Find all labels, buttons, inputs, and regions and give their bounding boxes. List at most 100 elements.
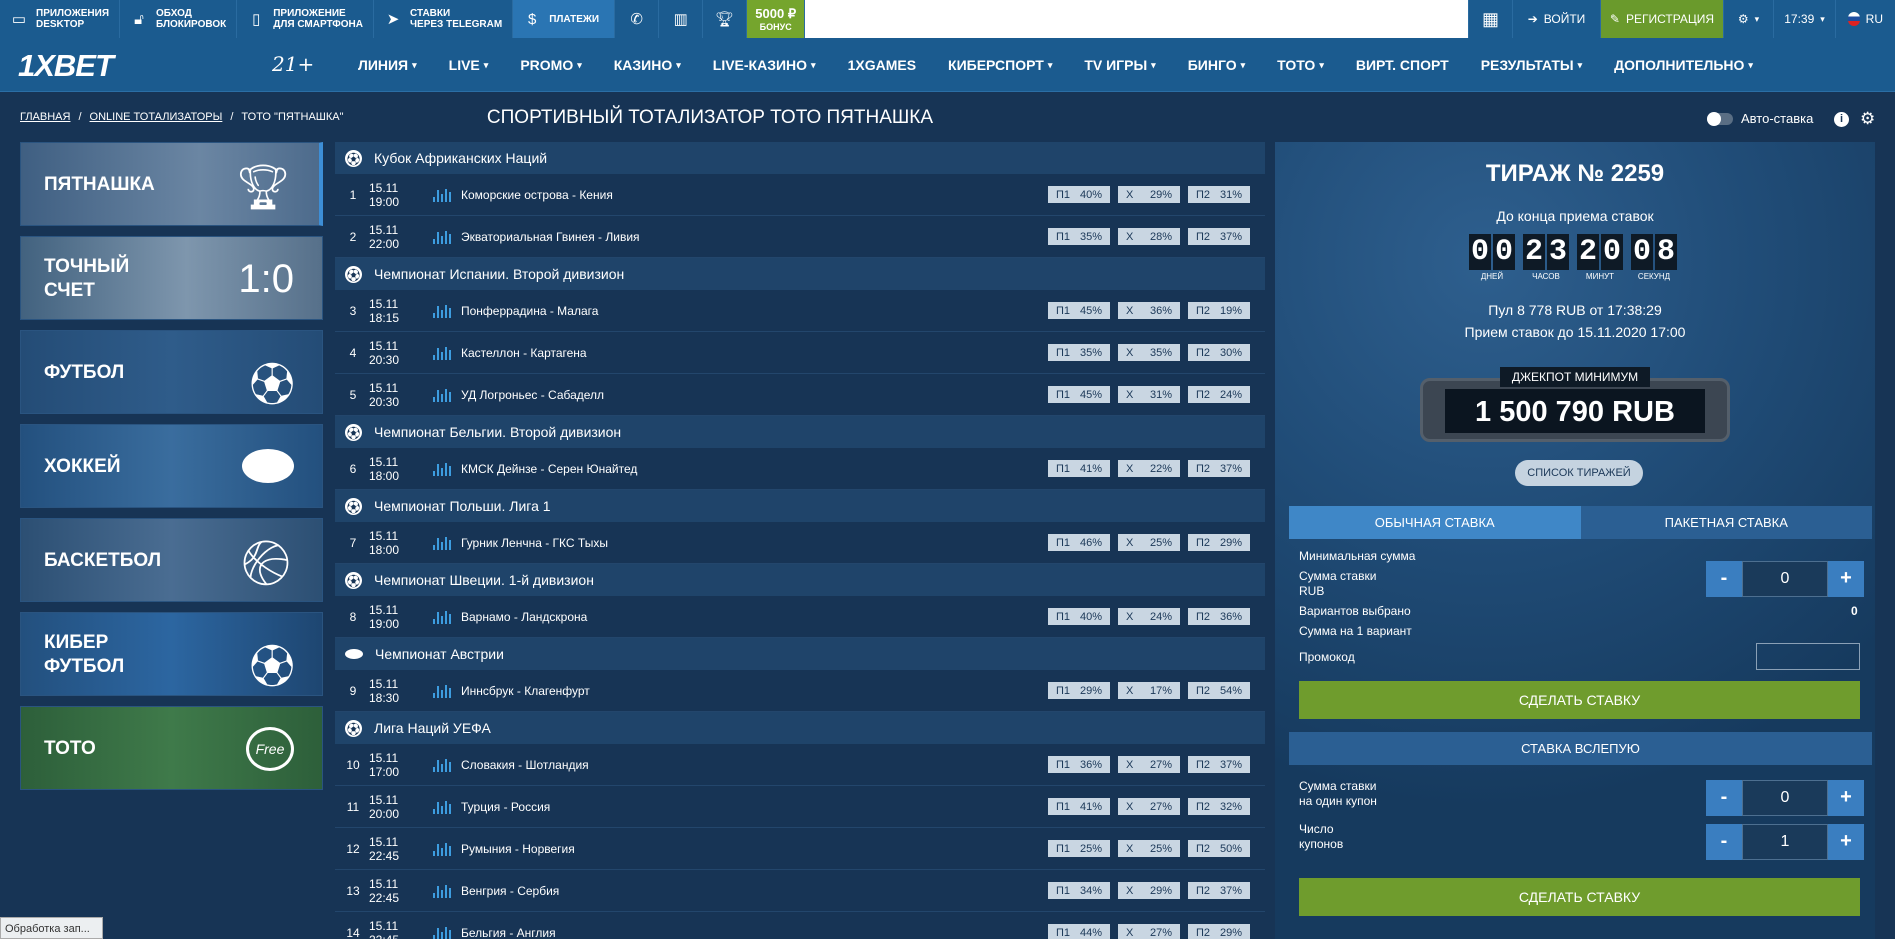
stats-icon[interactable] <box>427 230 457 244</box>
odd-p1[interactable]: П1 35% <box>1048 344 1110 361</box>
odd-p2[interactable]: П2 37% <box>1188 882 1250 899</box>
odd-x[interactable]: Х 29% <box>1118 882 1180 899</box>
gear-icon[interactable]: ⚙ <box>1860 109 1875 129</box>
sidebar-item-football[interactable]: ФУТБОЛ ⚽︎ <box>20 330 323 414</box>
odd-p2[interactable]: П2 54% <box>1188 682 1250 699</box>
stats-icon[interactable] <box>427 388 457 402</box>
login-button[interactable]: ➔ ВОЙТИ <box>1512 0 1600 38</box>
info-icon[interactable]: i <box>1834 112 1849 127</box>
odd-x[interactable]: Х 35% <box>1118 344 1180 361</box>
register-button[interactable]: ✎ РЕГИСТРАЦИЯ <box>1600 0 1723 38</box>
stats-icon[interactable] <box>427 462 457 476</box>
payments-button[interactable]: $ ПЛАТЕЖИ <box>513 0 616 38</box>
odd-p1[interactable]: П1 41% <box>1048 460 1110 477</box>
stats-icon[interactable] <box>427 188 457 202</box>
nav-item-bingo[interactable]: БИНГО ▾ <box>1172 38 1261 92</box>
odd-p2[interactable]: П2 29% <box>1188 924 1250 939</box>
decrease-button[interactable]: - <box>1706 780 1742 816</box>
odd-p2[interactable]: П2 24% <box>1188 386 1250 403</box>
sidebar-item-exact-score[interactable]: ТОЧНЫЙ СЧЕТ 1:0 <box>20 236 323 320</box>
odd-p1[interactable]: П1 45% <box>1048 302 1110 319</box>
odd-x[interactable]: Х 27% <box>1118 924 1180 939</box>
logo[interactable]: 1XBET <box>18 48 114 84</box>
odd-p2[interactable]: П2 19% <box>1188 302 1250 319</box>
stats-icon[interactable] <box>427 610 457 624</box>
odd-x[interactable]: Х 17% <box>1118 682 1180 699</box>
sidebar-item-cyber-football[interactable]: КИБЕР ФУТБОЛ ⚽︎ <box>20 612 323 696</box>
nav-item-virtual-sport[interactable]: ВИРТ. СПОРТ <box>1340 38 1465 92</box>
odd-p2[interactable]: П2 31% <box>1188 186 1250 203</box>
stats-icon[interactable] <box>427 346 457 360</box>
bypass-blocking-link[interactable]: 🔓︎ ОБХОД БЛОКИРОВОК <box>120 0 238 38</box>
odd-x[interactable]: Х 31% <box>1118 386 1180 403</box>
promo-input[interactable] <box>1756 643 1860 670</box>
odd-p2[interactable]: П2 37% <box>1188 460 1250 477</box>
toggle-switch[interactable] <box>1707 111 1733 126</box>
sidebar-item-pyatnashka[interactable]: ПЯТНАШКА 🏆︎ <box>20 142 323 226</box>
sidebar-item-toto[interactable]: ТОТО Free <box>20 706 323 790</box>
odd-p1[interactable]: П1 35% <box>1048 228 1110 245</box>
bonus-button[interactable]: 5000 ₽ БОНУС <box>747 0 806 38</box>
language-dropdown[interactable]: RU <box>1835 0 1895 38</box>
odd-p2[interactable]: П2 32% <box>1188 798 1250 815</box>
odd-p2[interactable]: П2 29% <box>1188 534 1250 551</box>
odd-p2[interactable]: П2 30% <box>1188 344 1250 361</box>
odd-x[interactable]: Х 28% <box>1118 228 1180 245</box>
odd-p2[interactable]: П2 36% <box>1188 608 1250 625</box>
odd-p2[interactable]: П2 50% <box>1188 840 1250 857</box>
decrease-button[interactable]: - <box>1706 561 1742 597</box>
increase-button[interactable]: + <box>1828 780 1864 816</box>
odd-x[interactable]: Х 36% <box>1118 302 1180 319</box>
nav-item-live-casino[interactable]: LIVE-КАЗИНО ▾ <box>697 38 832 92</box>
qr-button[interactable]: ▦ <box>1468 0 1512 38</box>
blind-stake-input[interactable]: 0 <box>1742 780 1828 816</box>
odd-x[interactable]: Х 22% <box>1118 460 1180 477</box>
decrease-button[interactable]: - <box>1706 824 1742 860</box>
stats-icon[interactable] <box>427 536 457 550</box>
odd-x[interactable]: Х 27% <box>1118 798 1180 815</box>
stake-input[interactable]: 0 <box>1742 561 1828 597</box>
draw-list-button[interactable]: СПИСОК ТИРАЖЕЙ <box>1515 460 1643 486</box>
mobile-app-link[interactable]: ▯ ПРИЛОЖЕНИЕ ДЛЯ СМАРТФОНА <box>237 0 374 38</box>
auto-bet-toggle[interactable]: Авто-ставка <box>1707 111 1813 126</box>
nav-item-more[interactable]: ДОПОЛНИТЕЛЬНО ▾ <box>1598 38 1769 92</box>
stats-icon[interactable] <box>427 758 457 772</box>
nav-item-toto[interactable]: ТОТО ▾ <box>1261 38 1340 92</box>
desktop-apps-link[interactable]: ▭ ПРИЛОЖЕНИЯ DESKTOP <box>0 0 121 38</box>
phone-button[interactable]: ✆ <box>615 0 660 38</box>
tab-regular-bet[interactable]: ОБЫЧНАЯ СТАВКА <box>1289 506 1581 539</box>
stats-button[interactable]: ▥ <box>659 0 704 38</box>
odd-x[interactable]: Х 24% <box>1118 608 1180 625</box>
blind-make-bet-button[interactable]: СДЕЛАТЬ СТАВКУ <box>1299 878 1860 916</box>
odd-x[interactable]: Х 29% <box>1118 186 1180 203</box>
odd-p1[interactable]: П1 44% <box>1048 924 1110 939</box>
make-bet-button[interactable]: СДЕЛАТЬ СТАВКУ <box>1299 681 1860 719</box>
increase-button[interactable]: + <box>1828 824 1864 860</box>
nav-item-1xgames[interactable]: 1XGAMES <box>832 38 932 92</box>
nav-item-casino[interactable]: КАЗИНО ▾ <box>598 38 697 92</box>
odd-p1[interactable]: П1 25% <box>1048 840 1110 857</box>
odd-p1[interactable]: П1 40% <box>1048 608 1110 625</box>
stats-icon[interactable] <box>427 842 457 856</box>
odd-p1[interactable]: П1 46% <box>1048 534 1110 551</box>
odd-p1[interactable]: П1 45% <box>1048 386 1110 403</box>
sidebar-item-basketball[interactable]: БАСКЕТБОЛ 🏀︎ <box>20 518 323 602</box>
odd-p1[interactable]: П1 29% <box>1048 682 1110 699</box>
time-dropdown[interactable]: 17:39 ▾ <box>1773 0 1835 38</box>
nav-item-promo[interactable]: PROMO ▾ <box>504 38 597 92</box>
odd-x[interactable]: Х 25% <box>1118 840 1180 857</box>
odd-p1[interactable]: П1 34% <box>1048 882 1110 899</box>
odd-x[interactable]: Х 25% <box>1118 534 1180 551</box>
stats-icon[interactable] <box>427 800 457 814</box>
odd-p2[interactable]: П2 37% <box>1188 228 1250 245</box>
odd-x[interactable]: Х 27% <box>1118 756 1180 773</box>
trophy-button[interactable]: 🏆︎ <box>703 0 748 38</box>
increase-button[interactable]: + <box>1828 561 1864 597</box>
nav-item-results[interactable]: РЕЗУЛЬТАТЫ ▾ <box>1465 38 1598 92</box>
sidebar-item-hockey[interactable]: ХОККЕЙ <box>20 424 323 508</box>
nav-item-tv-games[interactable]: TV ИГРЫ ▾ <box>1068 38 1171 92</box>
odd-p1[interactable]: П1 36% <box>1048 756 1110 773</box>
telegram-link[interactable]: ➤ СТАВКИ ЧЕРЕЗ TELEGRAM <box>374 0 514 38</box>
tab-package-bet[interactable]: ПАКЕТНАЯ СТАВКА <box>1580 506 1872 539</box>
odd-p1[interactable]: П1 41% <box>1048 798 1110 815</box>
